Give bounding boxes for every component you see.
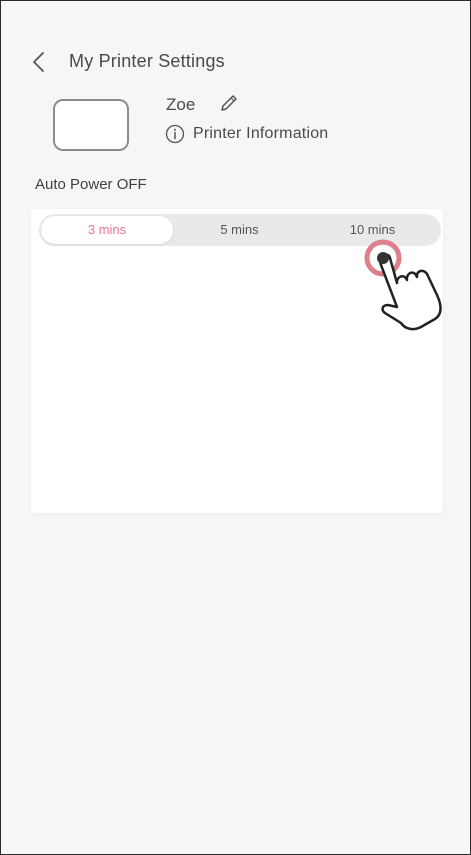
option-5-mins[interactable]: 5 mins bbox=[173, 216, 306, 244]
option-3-mins[interactable]: 3 mins bbox=[41, 216, 173, 244]
printer-information-label: Printer Information bbox=[193, 125, 329, 142]
auto-power-off-label: Auto Power OFF bbox=[35, 176, 147, 193]
edit-name-button[interactable] bbox=[218, 92, 240, 114]
auto-power-segmented-control: 3 mins 5 mins 10 mins bbox=[39, 214, 441, 246]
back-button[interactable] bbox=[27, 49, 53, 75]
printer-thumbnail bbox=[53, 99, 129, 151]
auto-power-panel bbox=[31, 209, 443, 513]
page-title: My Printer Settings bbox=[69, 51, 225, 71]
info-circle-icon bbox=[165, 124, 185, 144]
option-10-mins[interactable]: 10 mins bbox=[306, 216, 439, 244]
pencil-icon bbox=[221, 95, 237, 111]
printer-name: Zoe bbox=[166, 95, 196, 114]
app-screen: My Printer Settings Zoe Printer Informat… bbox=[0, 0, 471, 855]
printer-information-link[interactable]: Printer Information bbox=[165, 122, 328, 146]
header: My Printer Settings bbox=[1, 41, 470, 81]
chevron-left-icon bbox=[33, 52, 44, 72]
